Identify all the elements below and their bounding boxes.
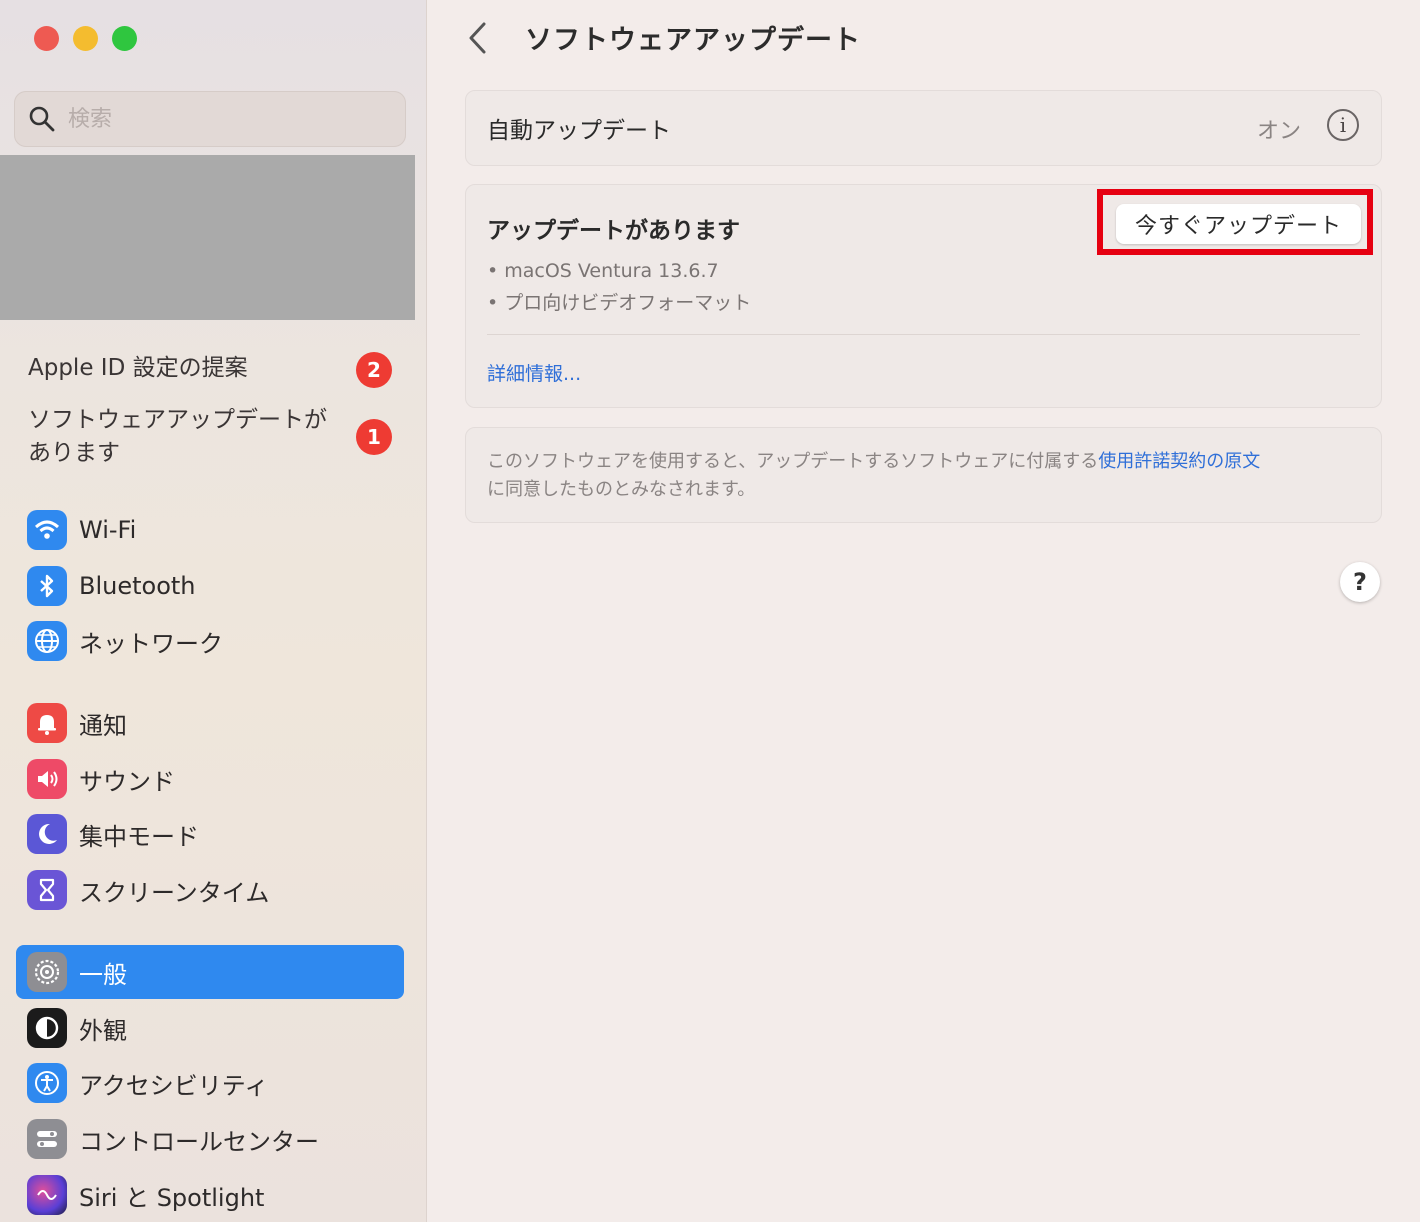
suggestion-software-update[interactable]: ソフトウェアアップデートがあります 1 [28, 404, 398, 470]
bluetooth-icon [27, 566, 67, 606]
sidebar-item-label: 一般 [79, 960, 127, 989]
highlight-box [1097, 189, 1373, 255]
sidebar-item-focus[interactable]: 集中モード [16, 807, 404, 861]
divider [487, 334, 1360, 335]
license-text-before: このソフトウェアを使用すると、アップデートするソフトウェアに付属する [487, 451, 1099, 472]
sidebar-item-label: 外観 [79, 1016, 127, 1045]
sidebar-item-label: Bluetooth [79, 572, 196, 600]
license-card: このソフトウェアを使用すると、アップデートするソフトウェアに付属する使用許諾契約… [465, 427, 1382, 523]
suggestion-label: Apple ID 設定の提案 [28, 355, 248, 381]
auto-update-value: オン [1256, 119, 1301, 144]
bell-icon [27, 703, 67, 743]
updates-heading: アップデートがあります [487, 218, 740, 244]
search-field[interactable] [14, 91, 406, 147]
sidebar-item-bluetooth[interactable]: Bluetooth [16, 559, 404, 613]
sidebar-item-label: Wi-Fi [79, 516, 137, 544]
search-input[interactable] [66, 105, 370, 133]
close-button[interactable] [34, 26, 59, 51]
sidebar: Apple ID 設定の提案 2 ソフトウェアアップデートがあります 1 Wi-… [0, 0, 427, 1222]
info-icon[interactable]: i [1327, 109, 1359, 141]
speaker-icon [27, 759, 67, 799]
update-item: • プロ向けビデオフォーマット [487, 292, 752, 314]
sidebar-item-label: ネットワーク [79, 629, 223, 658]
license-link[interactable]: 使用許諾契約の原文 [1098, 451, 1260, 472]
sidebar-item-label: 通知 [79, 711, 127, 740]
control-center-icon [27, 1119, 67, 1159]
search-icon [29, 106, 55, 132]
sidebar-item-label: アクセシビリティ [79, 1071, 269, 1100]
sidebar-item-label: コントロールセンター [79, 1127, 319, 1156]
sidebar-item-appearance[interactable]: 外観 [16, 1001, 404, 1055]
sidebar-item-general[interactable]: 一般 [16, 945, 404, 999]
appearance-icon [27, 1008, 67, 1048]
more-info-link[interactable]: 詳細情報... [487, 359, 581, 386]
sidebar-item-notifications[interactable]: 通知 [16, 696, 404, 750]
suggestion-label: ソフトウェアアップデートがあります [28, 407, 327, 466]
account-area-redacted [0, 155, 415, 320]
sidebar-item-wifi[interactable]: Wi-Fi [16, 503, 404, 557]
notification-badge: 1 [356, 419, 392, 455]
sidebar-item-label: Siri と Spotlight [79, 1183, 265, 1212]
minimize-button[interactable] [73, 26, 98, 51]
siri-icon [27, 1175, 67, 1215]
accessibility-icon [27, 1063, 67, 1103]
hourglass-icon [27, 870, 67, 910]
sidebar-item-label: サウンド [79, 767, 175, 796]
globe-icon [27, 621, 67, 661]
help-button[interactable]: ? [1340, 562, 1380, 602]
sidebar-item-label: 集中モード [79, 822, 199, 851]
auto-update-label: 自動アップデート [487, 118, 671, 144]
sidebar-item-accessibility[interactable]: アクセシビリティ [16, 1056, 404, 1110]
wifi-icon [27, 510, 67, 550]
moon-icon [27, 814, 67, 854]
license-text-after: に同意したものとみなされます。 [487, 479, 756, 500]
window-controls [34, 26, 137, 51]
back-chevron-icon[interactable] [465, 20, 491, 56]
sidebar-item-control-center[interactable]: コントロールセンター [16, 1112, 404, 1166]
main-pane: ソフトウェアアップデート 自動アップデート オン i アップデートがあります •… [427, 0, 1420, 1222]
sidebar-item-network[interactable]: ネットワーク [16, 614, 404, 668]
suggestion-apple-id[interactable]: Apple ID 設定の提案 2 [28, 352, 398, 388]
auto-update-row: 自動アップデート オン i [465, 90, 1382, 166]
system-settings-window: Apple ID 設定の提案 2 ソフトウェアアップデートがあります 1 Wi-… [0, 0, 1420, 1222]
notification-badge: 2 [356, 352, 392, 388]
sidebar-item-siri-spotlight[interactable]: Siri と Spotlight [16, 1168, 404, 1222]
gear-icon [27, 952, 67, 992]
sidebar-item-sound[interactable]: サウンド [16, 752, 404, 806]
sidebar-item-screen-time[interactable]: スクリーンタイム [16, 863, 404, 917]
zoom-button[interactable] [112, 26, 137, 51]
page-title: ソフトウェアアップデート [525, 25, 861, 56]
update-item: • macOS Ventura 13.6.7 [487, 260, 719, 282]
license-text: このソフトウェアを使用すると、アップデートするソフトウェアに付属する使用許諾契約… [487, 448, 1367, 504]
sidebar-item-label: スクリーンタイム [79, 878, 270, 907]
